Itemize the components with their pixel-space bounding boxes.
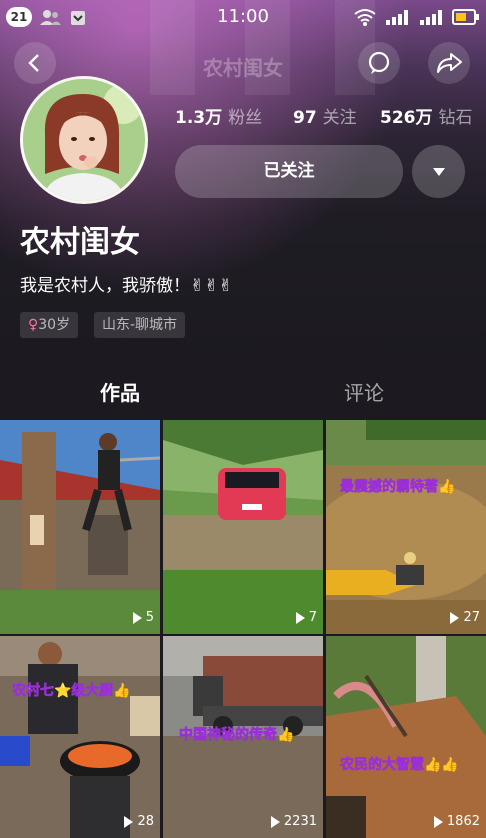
video-thumbnail-image — [163, 420, 323, 634]
video-thumbnail[interactable]: 农民的大智慧👍👍 1862 — [326, 636, 486, 838]
play-icon — [270, 815, 280, 828]
wifi-icon — [354, 9, 376, 26]
signal-icon — [420, 10, 442, 25]
play-icon — [295, 611, 305, 624]
video-thumbnail-image — [0, 636, 160, 838]
play-icon — [450, 611, 460, 624]
play-count-value: 28 — [137, 814, 154, 829]
play-count: 7 — [295, 610, 317, 625]
play-count: 28 — [124, 814, 154, 829]
play-icon — [124, 815, 134, 828]
signal-4g-icon — [386, 10, 408, 25]
avatar[interactable] — [20, 76, 148, 204]
video-thumbnail[interactable]: 7 — [163, 420, 323, 634]
play-count-value: 5 — [145, 610, 154, 625]
video-thumbnail[interactable]: 5 — [0, 420, 160, 634]
age-label: 30岁 — [38, 317, 71, 333]
play-count: 27 — [450, 610, 480, 625]
following-label: 关注 — [322, 108, 357, 128]
video-thumbnail[interactable]: 农村七⭐级大厨👍 28 — [0, 636, 160, 838]
following-stat[interactable]: 97 关注 — [293, 103, 357, 128]
profile-name: 农村闺女 — [20, 225, 140, 260]
following-count: 97 — [293, 108, 317, 128]
followed-button[interactable]: 已关注 — [175, 145, 403, 198]
play-icon — [132, 611, 142, 624]
fans-stat[interactable]: 1.3万 粉丝 — [175, 103, 262, 128]
fans-count: 1.3万 — [175, 108, 223, 128]
video-grid: 5 7 最震撼的霸特著👍 27 农村七⭐级大厨👍 28 中国神秘的传奇👍 223… — [0, 420, 486, 838]
play-count-value: 1862 — [446, 814, 480, 829]
play-count-value: 2231 — [283, 814, 317, 829]
caret-down-icon — [432, 167, 445, 176]
avatar-photo — [23, 79, 145, 201]
battery-icon — [452, 9, 479, 25]
video-overlay-title: 农村七⭐级大厨👍 — [12, 683, 131, 700]
share-button[interactable] — [428, 42, 470, 84]
video-thumbnail[interactable]: 中国神秘的传奇👍 2231 — [163, 636, 323, 838]
share-arrow-icon — [437, 53, 462, 73]
play-count: 5 — [132, 610, 154, 625]
video-overlay-title: 农民的大智慧👍👍 — [340, 757, 459, 774]
play-count-value: 7 — [308, 610, 317, 625]
play-count-value: 27 — [463, 610, 480, 625]
video-thumbnail-image — [0, 420, 160, 634]
tab-works[interactable]: 作品 — [100, 377, 140, 406]
fans-label: 粉丝 — [228, 108, 263, 128]
video-thumbnail-image — [326, 420, 486, 634]
diamond-label: 钻石 — [438, 108, 473, 128]
video-overlay-title: 最震撼的霸特著👍 — [340, 479, 456, 496]
profile-bio: 我是农村人，我骄傲！✌✌✌ — [20, 276, 233, 296]
play-count: 1862 — [433, 814, 480, 829]
play-icon — [433, 815, 443, 828]
video-thumbnail-image — [326, 636, 486, 838]
status-bar: 21 11:00 — [0, 0, 486, 34]
play-count: 2231 — [270, 814, 317, 829]
clock: 11:00 — [217, 6, 269, 27]
gender-age-tag: ♀30岁 — [20, 312, 79, 338]
diamond-count: 526万 — [380, 108, 433, 128]
more-options-button[interactable] — [412, 145, 465, 198]
diamond-stat: 526万 钻石 — [380, 103, 473, 128]
tab-comments[interactable]: 评论 — [344, 377, 384, 406]
female-icon: ♀ — [28, 317, 39, 333]
video-thumbnail[interactable]: 最震撼的霸特著👍 27 — [326, 420, 486, 634]
location-tag: 山东-聊城市 — [94, 312, 186, 338]
chat-bubble-icon — [368, 51, 390, 74]
video-overlay-title: 中国神秘的传奇👍 — [179, 727, 295, 744]
message-button[interactable] — [358, 42, 400, 84]
